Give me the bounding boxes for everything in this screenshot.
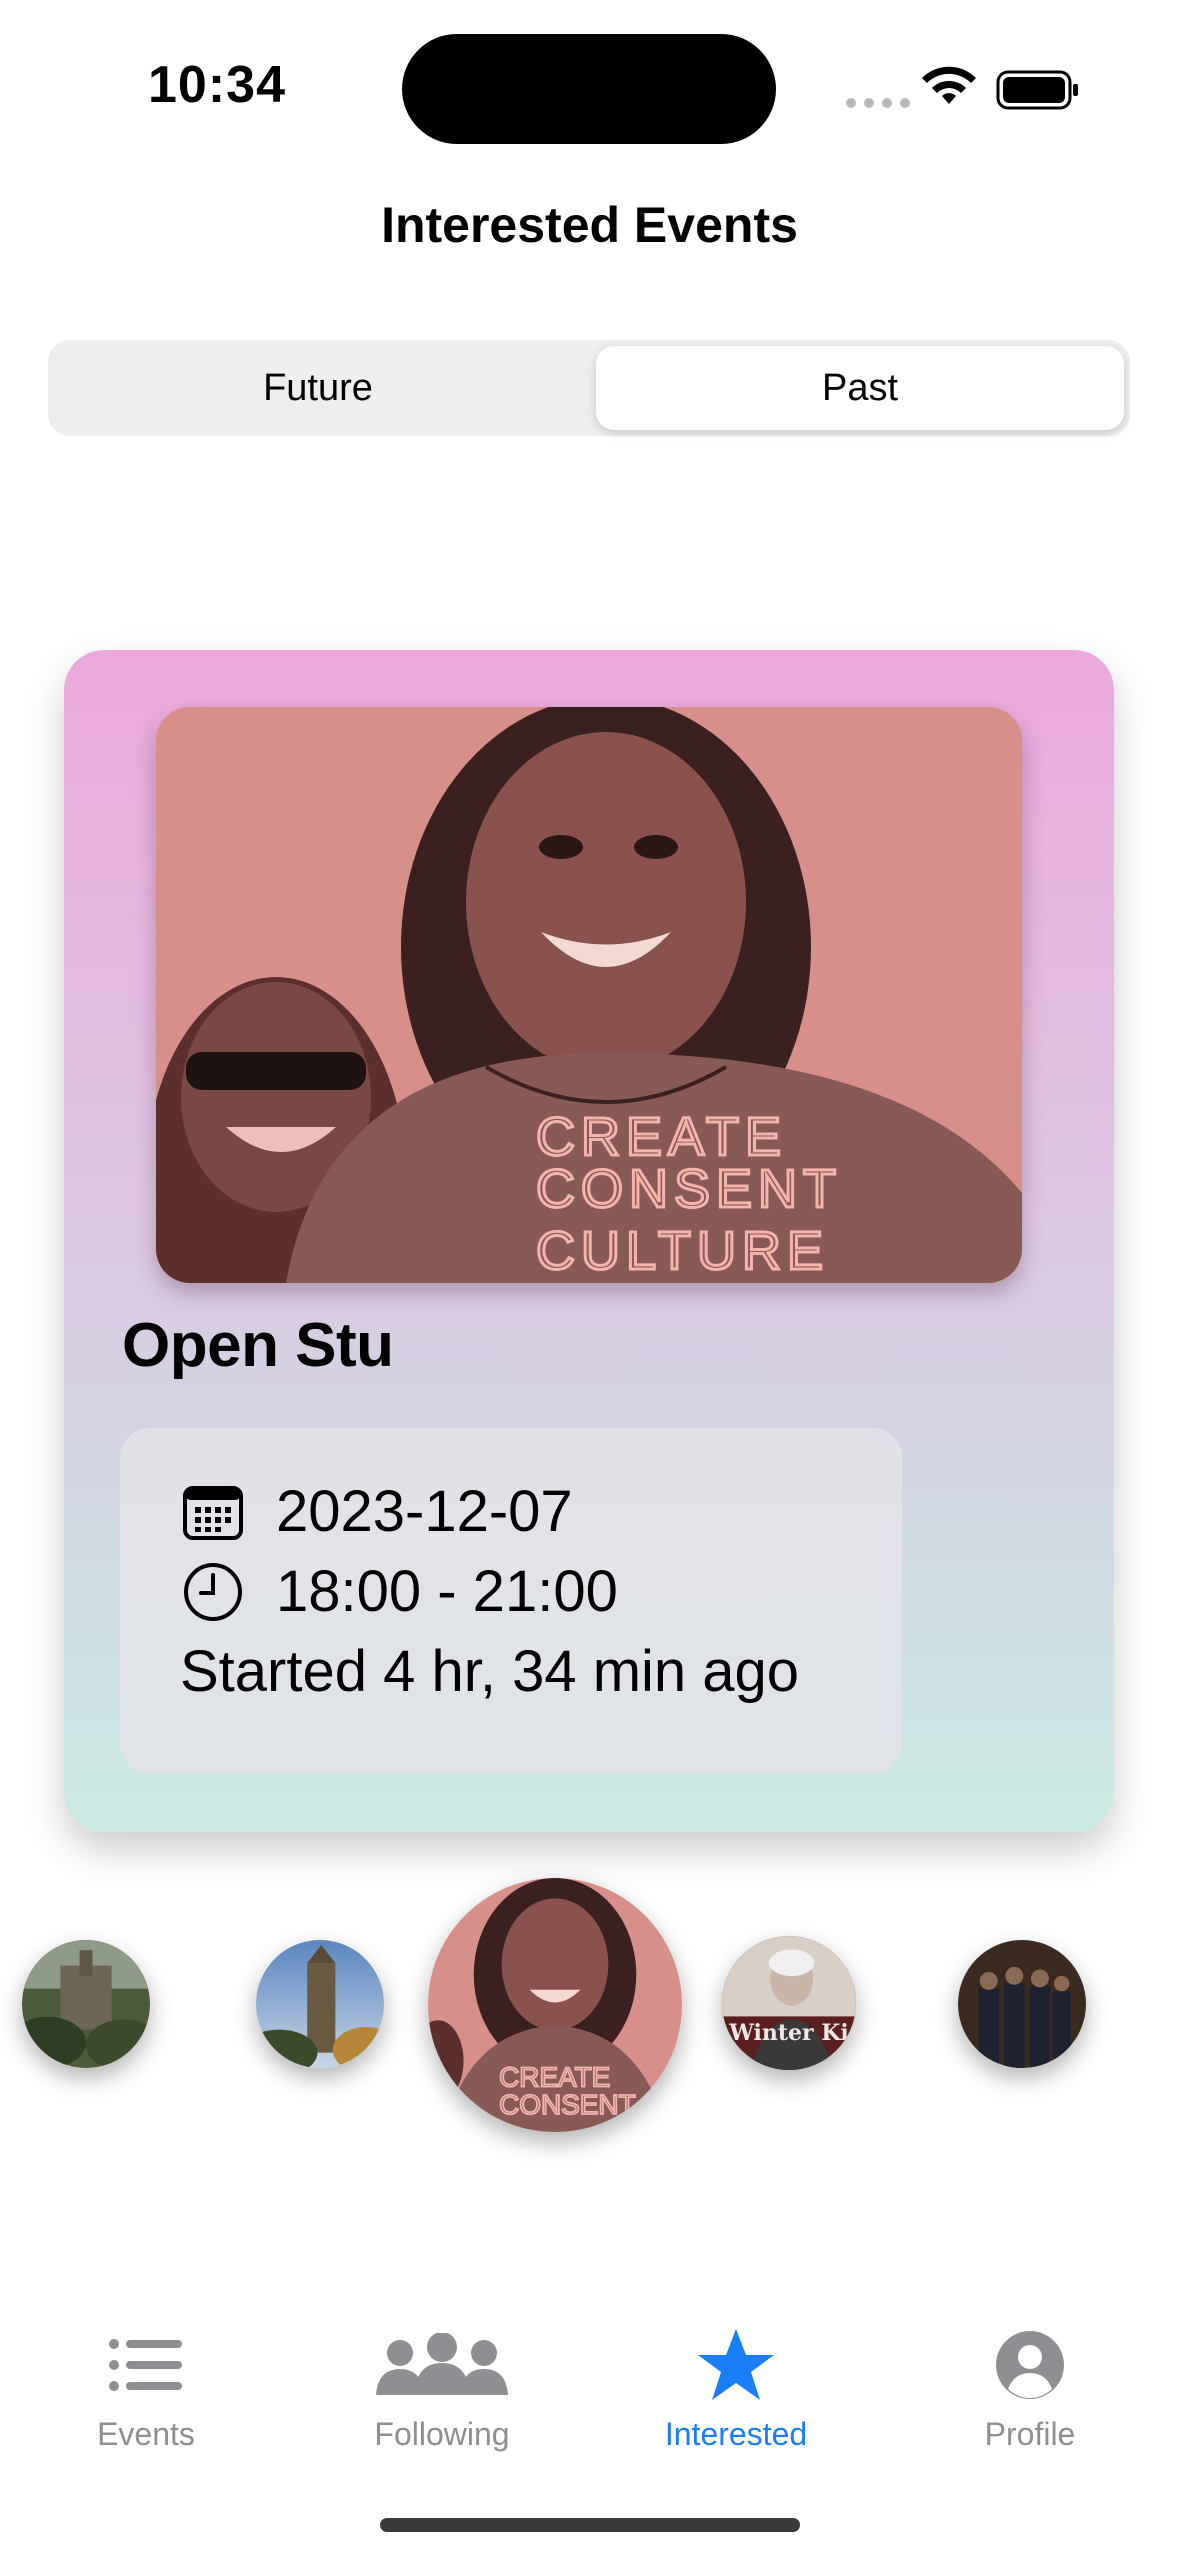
segment-future[interactable]: Future [54, 346, 582, 430]
tab-following-label: Following [374, 2416, 510, 2452]
calendar-icon [180, 1479, 246, 1545]
tab-bar: Events Following Interested Profile [0, 2300, 1179, 2480]
event-date: 2023-12-07 [276, 1479, 573, 1544]
tab-events-label: Events [97, 2416, 195, 2452]
people-icon [376, 2320, 508, 2410]
tab-profile-label: Profile [984, 2416, 1076, 2452]
home-indicator[interactable] [380, 2518, 800, 2532]
tab-interested[interactable]: Interested [626, 2320, 846, 2470]
speaker-caption: Winter Ki [729, 2020, 849, 2046]
dynamic-island [402, 34, 776, 144]
event-title: Open Stu [122, 1311, 394, 1380]
page-title: Interested Events [381, 197, 798, 253]
event-time-row: 18:00 - 21:00 [180, 1558, 618, 1625]
event-date-row: 2023-12-07 [180, 1478, 573, 1545]
event-time-range: 18:00 - 21:00 [276, 1559, 618, 1624]
list-icon [108, 2320, 184, 2410]
cellular-signal-icon [846, 98, 910, 108]
status-time: 10:34 [148, 56, 286, 114]
event-card[interactable]: CREATE CONSENT CULTURE Open Stu 2023-12-… [64, 650, 1114, 1832]
carousel-item-campus-buildings[interactable] [22, 1940, 150, 2068]
svg-text:CREATE: CREATE [536, 1107, 787, 1167]
star-icon [696, 2320, 776, 2410]
tab-interested-label: Interested [664, 2416, 808, 2452]
person-circle-icon [994, 2320, 1066, 2410]
battery-icon [996, 70, 1078, 110]
future-past-segmented-control[interactable]: Future Past [48, 340, 1130, 436]
tab-profile[interactable]: Profile [920, 2320, 1140, 2470]
tab-events[interactable]: Events [36, 2320, 256, 2470]
svg-text:CONSENT: CONSENT [499, 2089, 636, 2120]
segment-past[interactable]: Past [596, 346, 1124, 430]
svg-text:CONSENT: CONSENT [536, 1159, 842, 1219]
tab-following[interactable]: Following [332, 2320, 552, 2470]
carousel-item-chapel-tower[interactable] [256, 1940, 384, 2068]
event-relative-time: Started 4 hr, 34 min ago [180, 1639, 800, 1704]
carousel-item-group-photo[interactable] [958, 1940, 1086, 2068]
screen: 10:34 Interested Events Future Past CREA… [0, 0, 1179, 2556]
carousel-item-open-stu[interactable]: CREATE CONSENT [428, 1878, 682, 2132]
wifi-icon [922, 66, 976, 104]
event-image: CREATE CONSENT CULTURE [156, 707, 1022, 1283]
event-info-box: 2023-12-07 18:00 - 21:00 Started 4 hr, 3… [120, 1428, 902, 1774]
clock-icon [180, 1559, 246, 1625]
svg-text:CULTURE: CULTURE [536, 1221, 829, 1281]
svg-text:CREATE: CREATE [499, 2061, 610, 2092]
carousel-item-speaker[interactable]: Winter Ki [722, 1936, 856, 2070]
